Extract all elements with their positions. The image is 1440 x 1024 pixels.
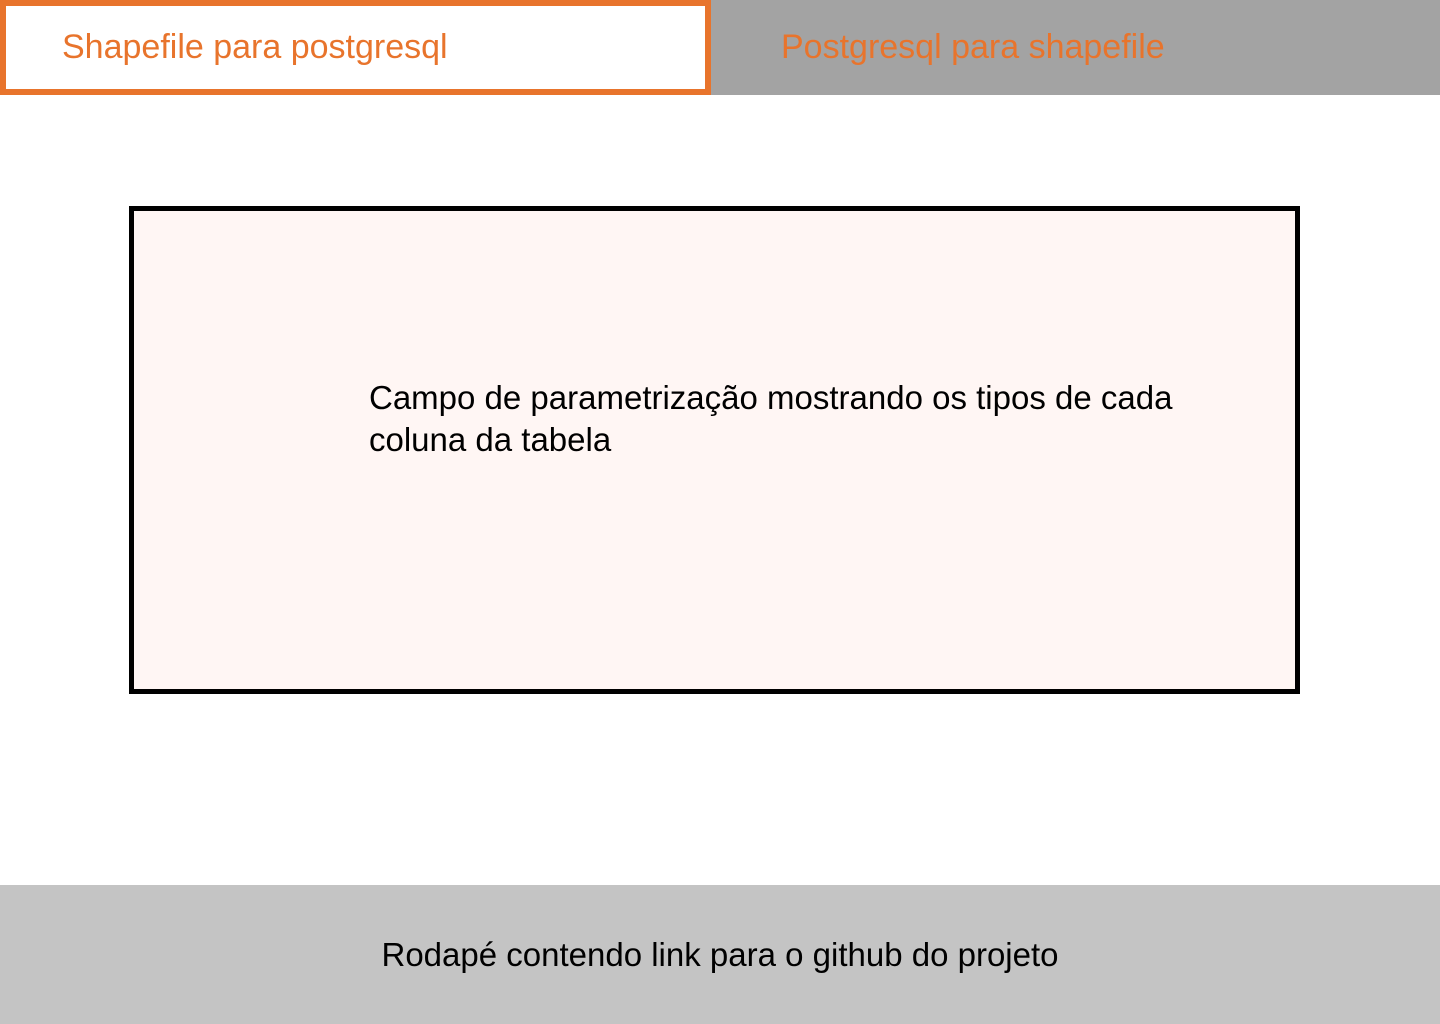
footer-text: Rodapé contendo link para o github do pr…: [381, 935, 1059, 973]
tab-bar: Shapefile para postgresql Postgresql par…: [0, 0, 1440, 95]
parametrization-description: Campo de parametrização mostrando os tip…: [369, 379, 1173, 458]
parametrization-panel: Campo de parametrização mostrando os tip…: [129, 206, 1300, 694]
tab-label: Shapefile para postgresql: [62, 28, 448, 66]
footer: Rodapé contendo link para o github do pr…: [0, 885, 1440, 1024]
page: Shapefile para postgresql Postgresql par…: [0, 0, 1440, 1024]
tab-postgresql-to-shapefile[interactable]: Postgresql para shapefile: [711, 0, 1440, 95]
tab-shapefile-to-postgresql[interactable]: Shapefile para postgresql: [0, 0, 711, 95]
tab-label: Postgresql para shapefile: [781, 28, 1165, 66]
